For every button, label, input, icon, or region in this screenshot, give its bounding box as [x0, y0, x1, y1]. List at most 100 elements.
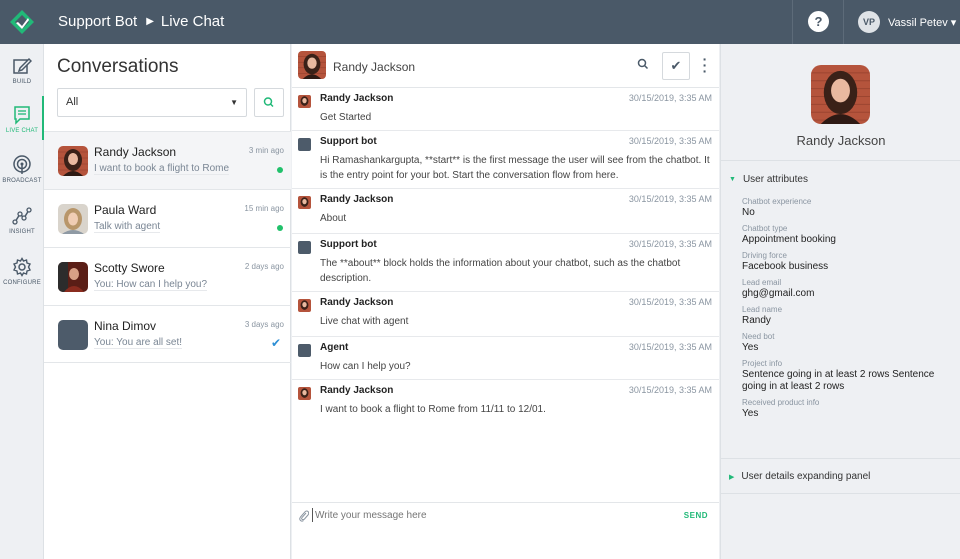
attribute-key: Need bot [742, 332, 775, 341]
filter-value: All [66, 96, 79, 108]
conversation-item[interactable]: Randy Jackson I want to book a flight to… [44, 131, 291, 189]
message: Randy Jackson 30/15/2019, 3:35 AM About [292, 189, 719, 234]
search-icon[interactable] [637, 58, 649, 70]
message-time: 30/15/2019, 3:35 AM [628, 385, 712, 395]
breadcrumb-caret-icon: ▶ [146, 16, 154, 27]
more-options-icon[interactable]: · · · [701, 52, 709, 78]
conversation-time: 2 days ago [244, 262, 284, 271]
attribute-item: Chatbot type Appointment booking [742, 224, 954, 246]
conversation-preview: You: You are all set! [94, 337, 183, 349]
message-text: Live chat with agent [320, 316, 409, 327]
attribute-value: ghg@gmail.com [742, 288, 815, 299]
nav-configure-label: CONFIGURE [3, 280, 41, 286]
nav-configure[interactable]: CONFIGURE [0, 257, 44, 301]
attribute-item: Need bot Yes [742, 332, 954, 354]
user-attributes-toggle[interactable]: ▼ User attributes [729, 174, 808, 185]
divider [721, 160, 960, 161]
user-details-panel: Randy Jackson ▼ User attributes Chatbot … [720, 44, 960, 559]
attribute-value: Yes [742, 342, 759, 353]
conversation-item[interactable]: Paula Ward Talk with agent 15 min ago [44, 189, 291, 247]
user-details-toggle[interactable]: ▶ User details expanding panel [729, 471, 870, 482]
conversations-panel: Conversations All ▼ Randy Jackson I want… [44, 44, 291, 559]
message-input[interactable] [312, 508, 652, 522]
check-icon: ✔ [670, 58, 682, 73]
conversation-time: 15 min ago [244, 204, 284, 213]
message-list: Randy Jackson 30/15/2019, 3:35 AM Get St… [292, 88, 719, 425]
attribute-key: Driving force [742, 251, 787, 260]
conversation-item[interactable]: Nina Dimov You: You are all set! 3 days … [44, 305, 291, 363]
avatar [58, 146, 88, 176]
message: Support bot 30/15/2019, 3:35 AM The **ab… [292, 234, 719, 292]
search-button[interactable] [254, 88, 284, 117]
user-menu[interactable]: Vassil Petev ▾ [888, 16, 956, 29]
attribute-item: Lead email ghg@gmail.com [742, 278, 954, 300]
message-sender: Randy Jackson [320, 194, 394, 205]
message-time: 30/15/2019, 3:35 AM [628, 194, 712, 204]
chat-panel: Randy Jackson ✔ · · · Randy Jackson 30/15/… [292, 44, 719, 559]
avatar [58, 262, 88, 292]
message-text: I want to book a flight to Rome from 11/… [320, 404, 546, 415]
chat-header: Randy Jackson ✔ · · · [292, 44, 719, 88]
logo-icon[interactable] [8, 8, 36, 36]
avatar [298, 138, 311, 151]
nav-insight[interactable]: INSIGHT [0, 206, 44, 250]
message-text: How can I help you? [320, 361, 411, 372]
attribute-key: Lead email [742, 278, 782, 287]
avatar [298, 95, 311, 108]
nav-build[interactable]: BUILD [0, 56, 44, 100]
conversation-filter-select[interactable]: All ▼ [57, 88, 247, 117]
attribute-item: Lead name Randy [742, 305, 954, 327]
conversation-preview: I want to book a flight to Rome [94, 163, 230, 175]
section-title: User attributes [742, 174, 808, 185]
attribute-item: Chatbot experience No [742, 197, 954, 219]
message-time: 30/15/2019, 3:35 AM [628, 297, 712, 307]
attribute-key: Received product info [742, 398, 820, 407]
attribute-item: Project info Sentence going in at least … [742, 359, 954, 393]
conversation-time: 3 min ago [248, 146, 284, 155]
attribute-key: Chatbot experience [742, 197, 812, 206]
breadcrumb-app[interactable]: Support Bot [58, 13, 137, 30]
attachment-icon[interactable] [299, 510, 309, 522]
conversation-list: Randy Jackson I want to book a flight to… [44, 131, 291, 363]
read-check-icon: ✔ [270, 336, 281, 350]
breadcrumb-section: Live Chat [160, 13, 225, 30]
message-time: 30/15/2019, 3:35 AM [628, 342, 712, 352]
conversation-item[interactable]: Scotty Swore You: How can I help you? 2 … [44, 247, 291, 305]
attribute-key: Project info [742, 359, 783, 368]
message-time: 30/15/2019, 3:35 AM [628, 93, 712, 103]
resolve-button[interactable]: ✔ [662, 52, 690, 80]
avatar [298, 241, 311, 254]
online-status-dot [277, 167, 283, 173]
help-icon[interactable]: ? [808, 11, 829, 32]
avatar [811, 65, 870, 124]
chat-contact-name: Randy Jackson [333, 60, 416, 74]
attribute-value: Facebook business [742, 261, 829, 272]
avatar [58, 204, 88, 234]
avatar [298, 51, 326, 79]
conversation-name: Paula Ward [94, 203, 157, 217]
search-icon [263, 97, 274, 108]
user-name: Randy Jackson [796, 133, 886, 148]
message-time: 30/15/2019, 3:35 AM [628, 239, 712, 249]
avatar [58, 320, 88, 350]
divider [721, 458, 960, 459]
edit-icon [13, 57, 32, 74]
section-title: User details expanding panel [741, 471, 871, 482]
avatar [298, 196, 311, 209]
page-title: Conversations [57, 56, 179, 77]
user-attributes-list: Chatbot experience No Chatbot type Appoi… [742, 197, 954, 425]
divider [721, 493, 960, 494]
avatar[interactable]: VP [858, 11, 880, 33]
gear-icon [13, 257, 31, 277]
avatar [298, 344, 311, 357]
attribute-key: Lead name [742, 305, 783, 314]
message-sender: Randy Jackson [320, 93, 394, 104]
send-button[interactable]: SEND [684, 511, 708, 520]
conversation-name: Scotty Swore [94, 261, 165, 275]
nav-live-chat[interactable]: LIVE CHAT [0, 105, 44, 149]
attribute-item: Received product info Yes [742, 398, 954, 420]
chevron-down-icon: ▼ [729, 176, 736, 183]
message-text: Get Started [320, 112, 372, 123]
nav-broadcast[interactable]: BROADCAST [0, 155, 44, 199]
attribute-value: Appointment booking [742, 234, 836, 245]
